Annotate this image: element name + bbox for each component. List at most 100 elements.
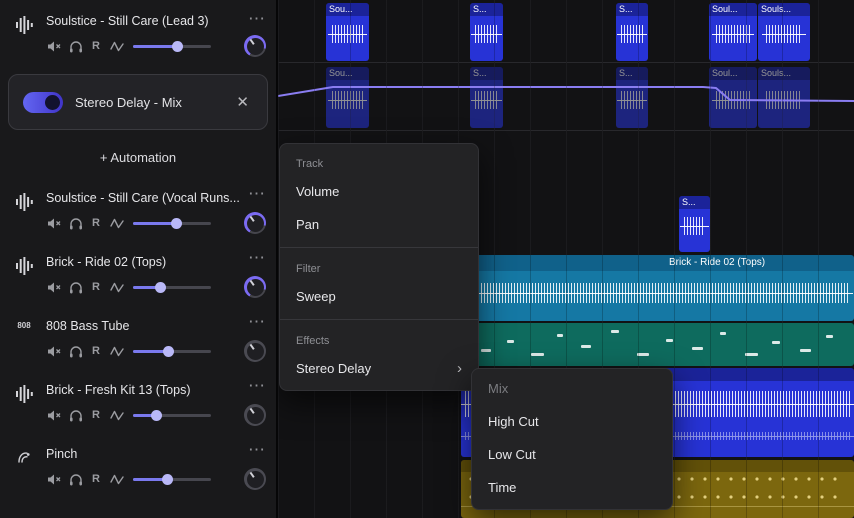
pan-knob[interactable] [244, 35, 266, 57]
add-automation-button[interactable]: + Automation [100, 150, 176, 165]
volume-slider[interactable] [133, 472, 211, 486]
waveform [328, 25, 367, 44]
audio-clip[interactable]: S... [616, 67, 648, 128]
clip-label: S... [616, 3, 648, 16]
audio-clip[interactable]: Souls... [758, 67, 810, 128]
track-row-lead3[interactable]: Soulstice - Still Care (Lead 3) R ⋯ [0, 6, 276, 64]
mute-icon[interactable] [46, 408, 61, 423]
mute-icon[interactable] [46, 216, 61, 231]
waveform [712, 25, 754, 44]
submenu-item-low-cut[interactable]: Low Cut [472, 439, 672, 472]
waveform [761, 90, 807, 109]
audio-clip[interactable]: Souls... [758, 3, 810, 61]
automation-icon[interactable] [109, 280, 124, 295]
track-name[interactable]: 808 Bass Tube [46, 319, 266, 333]
timeline[interactable]: Sou... S... S... Soul... Souls... Sou...… [278, 0, 854, 518]
menu-item-sweep[interactable]: Sweep [280, 281, 478, 314]
waveform [616, 25, 648, 44]
pan-knob[interactable] [244, 276, 266, 298]
solo-headphones-icon[interactable] [68, 280, 83, 295]
record-arm-button[interactable]: R [90, 344, 102, 359]
volume-slider[interactable] [133, 216, 211, 230]
track-name[interactable]: Brick - Ride 02 (Tops) [46, 255, 266, 269]
track-row-fresh-kit-13[interactable]: Brick - Fresh Kit 13 (Tops) R ⋯ [0, 373, 276, 437]
automation-icon[interactable] [109, 216, 124, 231]
automation-icon[interactable] [109, 39, 124, 54]
808-icon: 808 [17, 321, 31, 330]
track-menu-button[interactable]: ⋯ [248, 10, 266, 27]
menu-item-stereo-delay[interactable]: Stereo Delay › [280, 353, 478, 386]
solo-headphones-icon[interactable] [68, 216, 83, 231]
waveform [712, 90, 754, 109]
waveform [462, 283, 853, 304]
record-arm-button[interactable]: R [90, 408, 102, 423]
waveform-bars-icon [12, 255, 36, 309]
menu-divider [280, 247, 478, 248]
audio-clip[interactable]: S... [470, 67, 503, 128]
automation-icon[interactable] [109, 344, 124, 359]
mute-icon[interactable] [46, 280, 61, 295]
waveform [761, 25, 807, 44]
clip-label: Souls... [758, 3, 810, 16]
menu-item-pan[interactable]: Pan [280, 209, 478, 242]
track-row-808-bass-tube[interactable]: 808 808 Bass Tube R ⋯ [0, 309, 276, 373]
pan-knob[interactable] [244, 468, 266, 490]
track-name[interactable]: Soulstice - Still Care (Lead 3) [46, 14, 266, 28]
mute-icon[interactable] [46, 39, 61, 54]
submenu-item-time[interactable]: Time [472, 472, 672, 505]
track-row-pinch[interactable]: Pinch R ⋯ [0, 437, 276, 501]
audio-clip[interactable]: Sou... [326, 67, 369, 128]
volume-slider[interactable] [133, 39, 211, 53]
audio-clip[interactable]: Sou... [326, 3, 369, 61]
track-row-vocal-runs[interactable]: Soulstice - Still Care (Vocal Runs... R … [0, 181, 276, 245]
midi-clip[interactable] [461, 323, 854, 366]
solo-headphones-icon[interactable] [68, 39, 83, 54]
audio-clip[interactable]: S... [470, 3, 503, 61]
stereo-delay-toggle[interactable] [23, 91, 63, 113]
track-name[interactable]: Soulstice - Still Care (Vocal Runs... [46, 191, 266, 205]
record-arm-button[interactable]: R [90, 280, 102, 295]
waveform-bars-icon [12, 191, 36, 245]
automation-icon[interactable] [109, 472, 124, 487]
record-arm-button[interactable]: R [90, 216, 102, 231]
audio-clip[interactable]: S... [679, 196, 710, 252]
track-row-ride-02[interactable]: Brick - Ride 02 (Tops) R ⋯ [0, 245, 276, 309]
volume-slider[interactable] [133, 408, 211, 422]
daw-app: Soulstice - Still Care (Lead 3) R ⋯ Ster… [0, 0, 854, 518]
solo-headphones-icon[interactable] [68, 408, 83, 423]
track-controls: R [46, 404, 266, 426]
submenu-item-mix[interactable]: Mix [472, 373, 672, 406]
volume-slider[interactable] [133, 280, 211, 294]
close-icon[interactable]: ✕ [232, 91, 253, 113]
record-arm-button[interactable]: R [90, 472, 102, 487]
pan-knob[interactable] [244, 340, 266, 362]
mute-icon[interactable] [46, 472, 61, 487]
track-menu-button[interactable]: ⋯ [248, 441, 266, 458]
clip-label: Soul... [709, 3, 757, 16]
automation-icon[interactable] [109, 408, 124, 423]
volume-slider[interactable] [133, 344, 211, 358]
menu-item-volume[interactable]: Volume [280, 176, 478, 209]
submenu-item-high-cut[interactable]: High Cut [472, 406, 672, 439]
record-arm-button[interactable]: R [90, 39, 102, 54]
pinch-icon [12, 447, 36, 501]
solo-headphones-icon[interactable] [68, 344, 83, 359]
track-menu-button[interactable]: ⋯ [248, 377, 266, 394]
solo-headphones-icon[interactable] [68, 472, 83, 487]
audio-clip[interactable]: S... [616, 3, 648, 61]
audio-clip-ride[interactable]: Brick - Ride 02 (Tops) [461, 255, 854, 321]
audio-clip[interactable]: Soul... [709, 3, 757, 61]
track-name[interactable]: Pinch [46, 447, 266, 461]
waveform-bars-icon [12, 14, 36, 64]
track-sidebar: Soulstice - Still Care (Lead 3) R ⋯ Ster… [0, 0, 278, 518]
audio-clip[interactable]: Soul... [709, 67, 757, 128]
waveform [328, 90, 367, 109]
menu-section-effects: Effects [296, 335, 330, 347]
mute-icon[interactable] [46, 344, 61, 359]
track-menu-button[interactable]: ⋯ [248, 249, 266, 266]
track-menu-button[interactable]: ⋯ [248, 313, 266, 330]
pan-knob[interactable] [244, 404, 266, 426]
track-name[interactable]: Brick - Fresh Kit 13 (Tops) [46, 383, 266, 397]
track-menu-button[interactable]: ⋯ [248, 185, 266, 202]
pan-knob[interactable] [244, 212, 266, 234]
